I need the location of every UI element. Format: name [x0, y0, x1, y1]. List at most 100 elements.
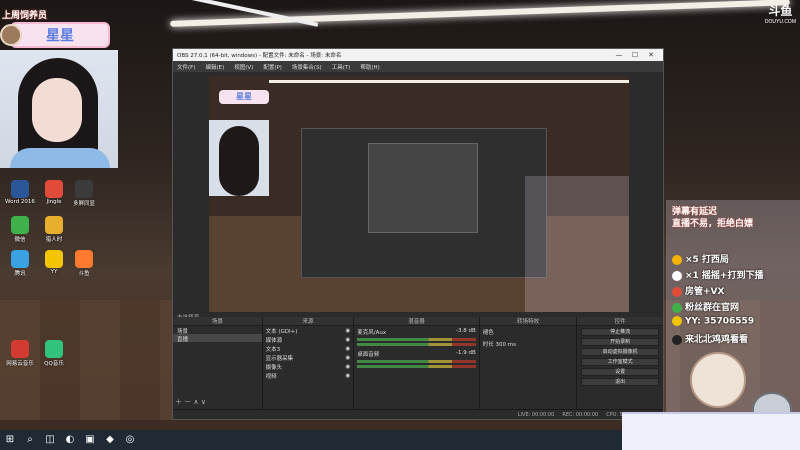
- up-icon[interactable]: ∧: [193, 398, 198, 406]
- mixer-desktop-name: 桌面音频: [357, 352, 380, 358]
- start-icon[interactable]: ⊞: [4, 434, 16, 446]
- source-label: 媒体源: [265, 337, 283, 344]
- control-button[interactable]: 启动虚拟摄像机: [581, 348, 659, 356]
- sources-panel: 来源 文本 (GDI+) ◉ 媒体源 ◉ 文本3 ◉ 显示器采集 ◉ 摄像头 ◉ 视频 ◉: [262, 317, 355, 409]
- sources-list: 文本 (GDI+) ◉ 媒体源 ◉ 文本3 ◉ 显示器采集 ◉ 摄像头 ◉ 视频 ◉: [263, 326, 354, 380]
- source-item[interactable]: 文本 (GDI+) ◉: [263, 326, 354, 335]
- desktop-icon[interactable]: 猎人时: [36, 216, 72, 243]
- remove-icon[interactable]: －: [184, 398, 191, 406]
- pet-avatar-icon: [0, 24, 22, 46]
- edge-icon[interactable]: ◐: [64, 434, 76, 446]
- desktop-icon-label: 微信: [14, 237, 26, 243]
- source-item[interactable]: 文本3 ◉: [263, 344, 354, 353]
- visibility-eye-icon[interactable]: ◉: [345, 346, 350, 352]
- obs-title: OBS 27.0.1 (64-bit, windows) - 配置文件: 未命名…: [177, 53, 342, 59]
- visibility-eye-icon[interactable]: ◉: [345, 373, 350, 379]
- explorer-icon[interactable]: ▣: [84, 434, 96, 446]
- controls-list: 停止推流开始录制启动虚拟摄像机 工作室模式设置退出: [577, 328, 663, 386]
- app-icon: [11, 250, 29, 268]
- desktop-icon[interactable]: 微信: [2, 216, 38, 243]
- top-feeder-badge: 上周饲养员: [2, 11, 48, 21]
- visibility-eye-icon[interactable]: ◉: [345, 337, 350, 343]
- app-icon: [11, 340, 29, 358]
- webcam-face: [32, 78, 82, 142]
- control-button[interactable]: 停止推流: [581, 328, 659, 336]
- overlay-line-icon: [672, 270, 682, 281]
- transitions-title: 转场特效: [479, 317, 577, 326]
- menu-profile[interactable]: 配置(P): [263, 63, 282, 71]
- transitions-panel: 转场特效 褪色 时长 300 ms: [479, 317, 578, 409]
- source-item[interactable]: 摄像头 ◉: [263, 362, 354, 371]
- status-rec: REC: 00:00:00: [562, 411, 599, 418]
- app-icon: [75, 180, 93, 198]
- maximize-button[interactable]: ☐: [627, 51, 643, 59]
- visibility-eye-icon[interactable]: ◉: [345, 355, 350, 361]
- task-view-icon[interactable]: ◫: [44, 434, 56, 446]
- mixer-desktop-db: -1.9 dB: [456, 350, 476, 356]
- obs-dock-panels: 场景 场景 直播 ＋ － ∧ ∨ 来源 文本 (GDI+) ◉ 媒体源 ◉ 文本3 ◉ 显示…: [173, 317, 663, 409]
- menu-help[interactable]: 帮助(H): [360, 63, 379, 71]
- overlay-line-icon: [672, 254, 682, 265]
- overlay-line-text: 房管+VX: [685, 287, 725, 297]
- desktop-icon[interactable]: 腾讯: [2, 250, 38, 277]
- obs-statusbar: LIVE: 00:00:00 REC: 00:00:00 CPU: 5.2%, …: [173, 409, 663, 419]
- desktop-icon[interactable]: QQ音乐: [36, 340, 72, 367]
- desktop-icon[interactable]: 多屏同显: [66, 180, 102, 207]
- add-icon[interactable]: ＋: [175, 398, 182, 406]
- obs-window[interactable]: OBS 27.0.1 (64-bit, windows) - 配置文件: 未命名…: [172, 48, 664, 420]
- obs-title-bar[interactable]: OBS 27.0.1 (64-bit, windows) - 配置文件: 未命名…: [173, 49, 663, 61]
- app-icon: [11, 180, 29, 198]
- down-icon[interactable]: ∨: [201, 398, 206, 406]
- overlay-line-icon: [672, 334, 682, 345]
- desktop-icon[interactable]: 斗鱼: [66, 250, 102, 277]
- mixer-mic-db: -3.8 dB: [456, 328, 476, 334]
- search-icon[interactable]: ⌕: [24, 434, 36, 446]
- app-icon: [45, 250, 63, 268]
- menu-file[interactable]: 文件(F): [177, 63, 195, 71]
- douyu-url: DOUYU.COM: [764, 19, 796, 25]
- windows-taskbar: ⊞ ⌕ ◫ ◐ ▣ ◆ ◎: [0, 430, 622, 450]
- mixer-row-mic[interactable]: 麦克风/Aux -3.8 dB: [354, 326, 478, 348]
- menu-edit[interactable]: 编辑(E): [205, 63, 224, 71]
- source-item[interactable]: 视频 ◉: [263, 371, 354, 380]
- overlay-notice: 弹幕有延迟 直播不易，拒绝白嫖: [672, 206, 753, 230]
- scene-item-selected[interactable]: 直播: [173, 334, 262, 343]
- mixer-panel: 混音器 麦克风/Aux -3.8 dB 桌面音频 -1.9 dB: [354, 317, 480, 409]
- source-item[interactable]: 显示器采集 ◉: [263, 353, 354, 362]
- control-button[interactable]: 退出: [581, 378, 659, 386]
- app-icon: [45, 340, 63, 358]
- desktop-icon[interactable]: Word 2016: [2, 180, 38, 205]
- minimize-button[interactable]: —: [611, 51, 627, 59]
- source-item[interactable]: 媒体源 ◉: [263, 335, 354, 344]
- obs-preview[interactable]: 星星: [209, 76, 629, 312]
- sources-title: 来源: [262, 317, 354, 326]
- scene-item[interactable]: 场景: [173, 326, 262, 335]
- overlay-line-text: ×5 打西局: [685, 255, 729, 265]
- desktop-icon[interactable]: 网易云音乐: [2, 340, 38, 367]
- control-button[interactable]: 工作室模式: [581, 358, 659, 366]
- control-button[interactable]: 开始录制: [581, 338, 659, 346]
- mixer-desktop-meter: [357, 360, 476, 363]
- menu-tools[interactable]: 工具(T): [332, 63, 351, 71]
- menu-scene-collection[interactable]: 场景集合(S): [292, 63, 322, 71]
- mixer-desktop-meter-2: [357, 365, 476, 368]
- transition-type-select[interactable]: 褪色: [480, 326, 577, 338]
- mixer-row-desktop[interactable]: 桌面音频 -1.9 dB: [354, 348, 478, 370]
- obs-menu-bar: 文件(F) 编辑(E) 视图(V) 配置(P) 场景集合(S) 工具(T) 帮助…: [173, 61, 663, 72]
- close-button[interactable]: ✕: [643, 51, 659, 59]
- visibility-eye-icon[interactable]: ◉: [345, 364, 350, 370]
- control-button[interactable]: 设置: [581, 368, 659, 376]
- app-icon: [11, 216, 29, 234]
- desktop-icon-label: 多屏同显: [72, 201, 95, 207]
- menu-view[interactable]: 视图(V): [234, 63, 253, 71]
- overlay-line-text: ×1 摇摇+打到下播: [685, 271, 764, 281]
- scenes-panel: 场景 场景 直播 ＋ － ∧ ∨: [173, 317, 263, 409]
- obs-icon[interactable]: ◎: [124, 434, 136, 446]
- visibility-eye-icon[interactable]: ◉: [345, 328, 350, 334]
- app-icon: [45, 180, 63, 198]
- transition-duration-row[interactable]: 时长 300 ms: [480, 338, 577, 350]
- source-label: 显示器采集: [265, 355, 294, 362]
- overlay-line-icon: [672, 316, 682, 326]
- overlay-line-text: 粉丝群在官网: [685, 303, 740, 313]
- app-icon[interactable]: ◆: [104, 434, 116, 446]
